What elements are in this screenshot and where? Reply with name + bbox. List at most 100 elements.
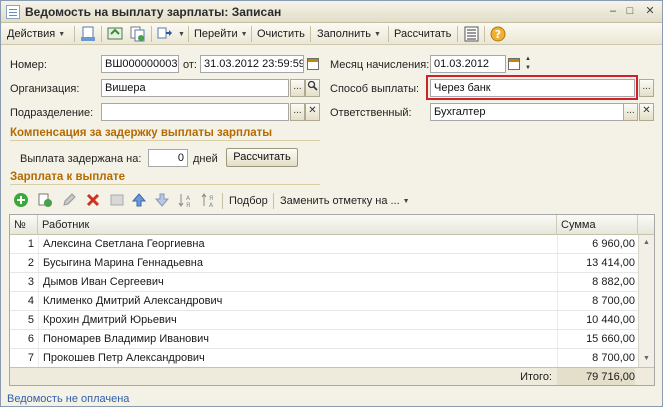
edit-row-icon[interactable] — [61, 192, 77, 208]
scroll-down-icon[interactable]: ▼ — [640, 352, 653, 365]
row-number: 2 — [27, 257, 34, 269]
responsible-field[interactable]: Бухгалтер — [430, 103, 635, 121]
list-settings-icon[interactable] — [463, 26, 480, 42]
toolbar-separator — [251, 26, 252, 42]
clear-button[interactable]: Очистить — [257, 26, 305, 42]
fill-menu[interactable]: Заполнить ▼ — [317, 26, 381, 42]
minimize-button[interactable]: – — [606, 4, 620, 18]
add-row-icon[interactable] — [13, 192, 29, 208]
number-field[interactable]: ВШ000000003 — [101, 55, 179, 73]
row-sum: 13 414,00 — [586, 257, 635, 269]
row-worker: Алексина Светлана Георгиевна — [43, 238, 205, 250]
table-row[interactable]: 3 Дымов Иван Сергеевич 8 882,00 — [10, 273, 638, 292]
salary-section-title: Зарплата к выплате — [10, 171, 320, 185]
goto-menu-label: Перейти — [194, 28, 238, 40]
month-spinner[interactable]: ▲ ▼ — [523, 55, 533, 73]
column-header-sum[interactable]: Сумма — [557, 215, 638, 235]
toolbar-separator — [484, 26, 485, 42]
department-clear-button[interactable]: ✕ — [305, 103, 320, 121]
toolbar-separator — [222, 193, 223, 209]
compensation-calculate-button[interactable]: Рассчитать — [226, 148, 298, 167]
dropdown-arrow-icon: ▼ — [240, 31, 248, 38]
table-row[interactable]: 7 Прокошев Петр Александрович 8 700,00 — [10, 349, 638, 368]
organization-open-button[interactable] — [305, 79, 320, 97]
document-icon — [6, 5, 20, 19]
help-icon[interactable]: ? — [490, 26, 507, 42]
date-from-label: от: — [183, 59, 197, 71]
move-down-icon[interactable] — [154, 192, 170, 208]
table-scrollbar[interactable]: ▲ ▼ — [638, 235, 654, 367]
title-bar: Ведомость на выплату зарплаты: Записан –… — [1, 1, 662, 23]
row-sum: 8 700,00 — [592, 295, 635, 307]
svg-text:Я: Я — [209, 195, 213, 202]
row-number: 5 — [27, 314, 34, 326]
table-row[interactable]: 5 Крохин Дмитрий Юрьевич 10 440,00 — [10, 311, 638, 330]
structure-icon[interactable] — [157, 26, 174, 42]
structure-dropdown[interactable]: ▼ — [175, 26, 185, 42]
department-field[interactable] — [101, 103, 289, 121]
responsible-clear-button[interactable]: ✕ — [639, 103, 654, 121]
copy-document-icon[interactable] — [129, 26, 146, 42]
svg-text:Я: Я — [186, 202, 190, 208]
payment-delay-field[interactable]: 0 — [148, 149, 188, 167]
table-row[interactable]: 4 Клименко Дмитрий Александрович 8 700,00 — [10, 292, 638, 311]
main-toolbar: Действия ▼ ▼ Перейти ▼ Очистить Заполнить ▼… — [1, 23, 662, 45]
svg-text:?: ? — [495, 28, 501, 41]
toolbar-separator — [457, 26, 458, 42]
organization-field[interactable]: Вишера — [101, 79, 289, 97]
payment-method-select-button[interactable]: ... — [639, 79, 654, 97]
post-document-icon[interactable] — [80, 26, 97, 42]
maximize-button[interactable]: □ — [623, 4, 637, 18]
select-button[interactable]: Подбор — [229, 195, 268, 207]
sort-descending-icon[interactable]: ЯA — [200, 192, 216, 208]
column-header-number[interactable]: № — [10, 215, 38, 235]
dropdown-arrow-icon: ▼ — [374, 31, 381, 38]
responsible-label: Ответственный: — [330, 107, 412, 119]
accrual-month-field[interactable]: 01.03.2012 — [430, 55, 506, 73]
end-edit-icon[interactable] — [109, 192, 125, 208]
compensation-section-title: Компенсация за задержку выплаты зарплаты — [10, 127, 320, 141]
calculate-button[interactable]: Рассчитать — [394, 26, 451, 42]
document-date-field[interactable]: 31.03.2012 23:59:59 — [200, 55, 304, 73]
dropdown-arrow-icon: ▼ — [178, 31, 185, 38]
row-worker: Бусыгина Марина Геннадьевна — [43, 257, 203, 269]
department-select-button[interactable]: ... — [290, 103, 305, 121]
actions-menu[interactable]: Действия ▼ — [7, 26, 65, 42]
toolbar-separator — [101, 26, 102, 42]
table-total-row: Итого: 79 716,00 — [10, 367, 654, 385]
spin-down-icon[interactable]: ▼ — [525, 65, 531, 71]
close-button[interactable]: ✕ — [643, 4, 657, 18]
calendar-icon[interactable] — [307, 58, 319, 70]
organization-select-button[interactable]: ... — [290, 79, 305, 97]
move-up-icon[interactable] — [131, 192, 147, 208]
goto-menu[interactable]: Перейти ▼ — [194, 26, 248, 42]
column-header-worker[interactable]: Работник — [38, 215, 557, 235]
toolbar-separator — [310, 26, 311, 42]
days-label: дней — [193, 153, 218, 165]
copy-row-icon[interactable] — [37, 192, 53, 208]
calendar-icon[interactable] — [508, 58, 520, 70]
row-worker: Прокошев Петр Александрович — [43, 352, 205, 364]
svg-text:A: A — [186, 195, 191, 202]
spin-up-icon[interactable]: ▲ — [525, 56, 531, 62]
row-number: 1 — [27, 238, 34, 250]
row-number: 4 — [27, 295, 34, 307]
table-row[interactable]: 1 Алексина Светлана Георгиевна 6 960,00 — [10, 235, 638, 254]
row-sum: 8 700,00 — [592, 352, 635, 364]
salary-table: № Работник Сумма 1 Алексина Светлана Геор… — [9, 214, 655, 386]
row-worker: Клименко Дмитрий Александрович — [43, 295, 223, 307]
total-value: 79 716,00 — [557, 368, 635, 385]
table-row[interactable]: 6 Пономарев Владимир Иванович 15 660,00 — [10, 330, 638, 349]
row-sum: 8 882,00 — [592, 276, 635, 288]
scroll-up-icon[interactable]: ▲ — [640, 236, 653, 249]
actions-menu-label: Действия — [7, 28, 56, 40]
row-sum: 10 440,00 — [586, 314, 635, 326]
responsible-select-button[interactable]: ... — [623, 103, 638, 121]
replace-mark-menu[interactable]: Заменить отметку на ... ▼ — [280, 195, 410, 207]
toolbar-separator — [74, 26, 75, 42]
table-row[interactable]: 2 Бусыгина Марина Геннадьевна 13 414,00 — [10, 254, 638, 273]
refresh-icon[interactable] — [107, 26, 124, 42]
sort-ascending-icon[interactable]: AЯ — [177, 192, 193, 208]
delete-row-icon[interactable] — [85, 192, 101, 208]
payment-status-link[interactable]: Ведомость не оплачена — [7, 393, 129, 405]
